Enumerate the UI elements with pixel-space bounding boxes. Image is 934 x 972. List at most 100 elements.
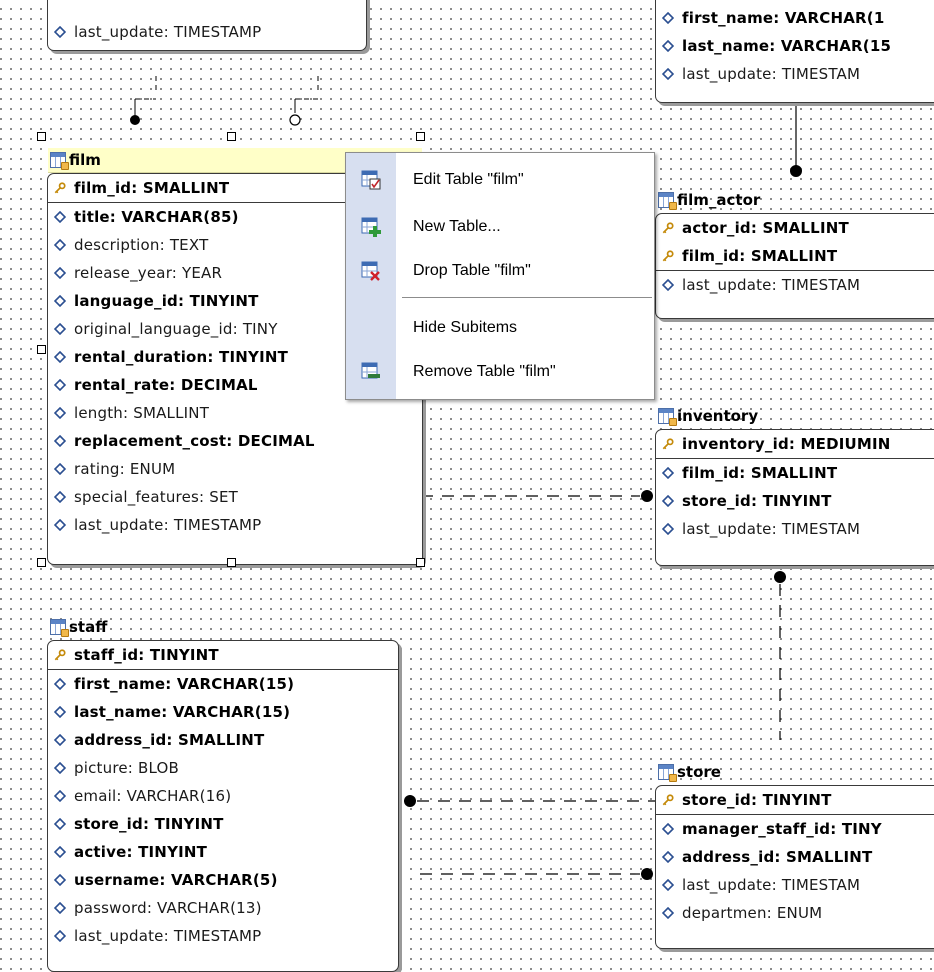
field-first-name[interactable]: first_name: VARCHAR(1 bbox=[656, 4, 934, 32]
primary-key-field[interactable]: staff_id: TINYINT bbox=[48, 641, 398, 670]
field-icon bbox=[54, 678, 66, 690]
field-row[interactable]: username: VARCHAR(5) bbox=[48, 866, 398, 894]
field-icon bbox=[54, 267, 66, 279]
table-icon bbox=[50, 152, 69, 170]
resize-handle[interactable] bbox=[227, 558, 236, 567]
field-row[interactable]: address_id: SMALLINT bbox=[48, 726, 398, 754]
primary-key-field[interactable]: inventory_id: MEDIUMIN bbox=[656, 430, 934, 459]
entity-customer[interactable]: first_name: VARCHAR(1 last_name: VARCHAR… bbox=[655, 0, 934, 103]
resize-handle[interactable] bbox=[227, 132, 236, 141]
field-icon bbox=[54, 435, 66, 447]
field-icon bbox=[662, 12, 674, 24]
field-row[interactable]: departmen: ENUM bbox=[656, 899, 934, 927]
primary-key-field[interactable]: store_id: TINYINT bbox=[656, 786, 934, 815]
resize-handle[interactable] bbox=[37, 558, 46, 567]
key-icon bbox=[54, 182, 66, 194]
field-icon bbox=[54, 519, 66, 531]
resize-handle[interactable] bbox=[416, 132, 425, 141]
field-label: film_id: SMALLINT bbox=[682, 464, 838, 482]
field-row[interactable]: rating: ENUM bbox=[48, 455, 422, 483]
menu-item-label: Edit Table "film" bbox=[413, 171, 524, 188]
entity-header[interactable]: store bbox=[656, 760, 934, 784]
entity-title: film bbox=[69, 151, 101, 169]
field-row[interactable]: password: VARCHAR(13) bbox=[48, 894, 398, 922]
table-icon bbox=[658, 192, 677, 210]
field-label: title: VARCHAR(85) bbox=[74, 208, 239, 226]
field-label: last_update: TIMESTAM bbox=[682, 65, 861, 83]
field-row[interactable]: picture: BLOB bbox=[48, 754, 398, 782]
entity-header[interactable]: inventory bbox=[656, 404, 934, 428]
field-label: actor_id: SMALLINT bbox=[682, 219, 849, 237]
menu-item-label: Hide Subitems bbox=[413, 319, 518, 336]
primary-key-field[interactable]: film_id: SMALLINT bbox=[656, 242, 934, 271]
table-icon bbox=[658, 408, 677, 426]
menu-item-new-table[interactable]: New Table... bbox=[346, 209, 654, 245]
field-row[interactable]: special_features: SET bbox=[48, 483, 422, 511]
field-row[interactable]: store_id: TINYINT bbox=[656, 487, 934, 515]
context-menu: Edit Table "film" New Table... Drop Tabl… bbox=[345, 152, 655, 400]
entity-header[interactable]: film_actor bbox=[656, 188, 934, 212]
field-label: replacement_cost: DECIMAL bbox=[74, 432, 315, 450]
field-row[interactable]: store_id: TINYINT bbox=[48, 810, 398, 838]
menu-item-remove-table[interactable]: Remove Table "film" bbox=[346, 354, 654, 390]
field-icon bbox=[662, 823, 674, 835]
field-icon bbox=[662, 40, 674, 52]
resize-handle[interactable] bbox=[416, 558, 425, 567]
entity-header[interactable]: staff bbox=[48, 615, 398, 639]
relation-endpoint bbox=[130, 115, 140, 125]
field-icon bbox=[662, 68, 674, 80]
field-icon bbox=[662, 279, 674, 291]
field-last-name[interactable]: last_name: VARCHAR(15 bbox=[656, 32, 934, 60]
entity-title: inventory bbox=[677, 407, 759, 425]
entity-film-actor[interactable]: film_actor actor_id: SMALLINT film_id: SMA… bbox=[655, 191, 934, 319]
field-icon bbox=[54, 211, 66, 223]
field-row[interactable]: last_update: TIMESTAMP bbox=[48, 511, 422, 539]
field-last-update[interactable]: last_update: TIMESTAMP bbox=[48, 18, 366, 46]
field-row[interactable]: manager_staff_id: TINY bbox=[656, 815, 934, 843]
field-icon bbox=[54, 491, 66, 503]
field-icon bbox=[54, 790, 66, 802]
field-row[interactable]: last_update: TIMESTAM bbox=[656, 271, 934, 299]
field-icon bbox=[54, 874, 66, 886]
field-row[interactable]: replacement_cost: DECIMAL bbox=[48, 427, 422, 455]
edit-table-icon bbox=[361, 170, 381, 190]
menu-item-hide-subitems[interactable]: Hide Subitems bbox=[346, 310, 654, 346]
field-label: rental_rate: DECIMAL bbox=[74, 376, 258, 394]
field-last-update[interactable]: last_update: TIMESTAM bbox=[656, 60, 934, 88]
field-icon bbox=[54, 706, 66, 718]
entity-actor[interactable]: last_update: TIMESTAMP bbox=[47, 0, 367, 51]
field-row[interactable]: last_update: TIMESTAM bbox=[656, 515, 934, 543]
field-label: store_id: TINYINT bbox=[74, 815, 224, 833]
new-table-icon bbox=[361, 217, 381, 237]
field-row[interactable]: email: VARCHAR(16) bbox=[48, 782, 398, 810]
field-icon bbox=[54, 26, 66, 38]
menu-item-drop-table[interactable]: Drop Table "film" bbox=[346, 253, 654, 289]
field-row[interactable]: last_update: TIMESTAMP bbox=[48, 922, 398, 950]
resize-handle[interactable] bbox=[37, 345, 46, 354]
field-row[interactable]: last_name: VARCHAR(15) bbox=[48, 698, 398, 726]
field-label: username: VARCHAR(5) bbox=[74, 871, 278, 889]
field-icon bbox=[54, 902, 66, 914]
resize-handle[interactable] bbox=[37, 132, 46, 141]
field-label: film_id: SMALLINT bbox=[682, 247, 838, 265]
relation-endpoint bbox=[790, 165, 802, 177]
drop-table-icon bbox=[361, 261, 380, 281]
field-row[interactable]: active: TINYINT bbox=[48, 838, 398, 866]
field-row[interactable]: film_id: SMALLINT bbox=[656, 459, 934, 487]
primary-key-field[interactable]: actor_id: SMALLINT bbox=[656, 214, 934, 242]
entity-title: staff bbox=[69, 618, 108, 636]
field-label: rating: ENUM bbox=[74, 460, 176, 478]
diagram-canvas[interactable]: last_update: TIMESTAMP first_name: VARCH… bbox=[0, 0, 934, 972]
table-icon bbox=[50, 619, 69, 637]
menu-item-edit-table[interactable]: Edit Table "film" bbox=[346, 162, 654, 198]
menu-item-label: New Table... bbox=[413, 218, 501, 235]
field-label: last_name: VARCHAR(15) bbox=[74, 703, 291, 721]
field-row[interactable]: last_update: TIMESTAM bbox=[656, 871, 934, 899]
field-label: original_language_id: TINY bbox=[74, 320, 278, 338]
entity-store[interactable]: store store_id: TINYINT manager_staff_id: … bbox=[655, 763, 934, 949]
field-row[interactable]: length: SMALLINT bbox=[48, 399, 422, 427]
field-row[interactable]: address_id: SMALLINT bbox=[656, 843, 934, 871]
entity-staff[interactable]: staff staff_id: TINYINT first_name: VARCHA… bbox=[47, 618, 399, 972]
field-row[interactable]: first_name: VARCHAR(15) bbox=[48, 670, 398, 698]
entity-inventory[interactable]: inventory inventory_id: MEDIUMIN film_id: … bbox=[655, 407, 934, 566]
